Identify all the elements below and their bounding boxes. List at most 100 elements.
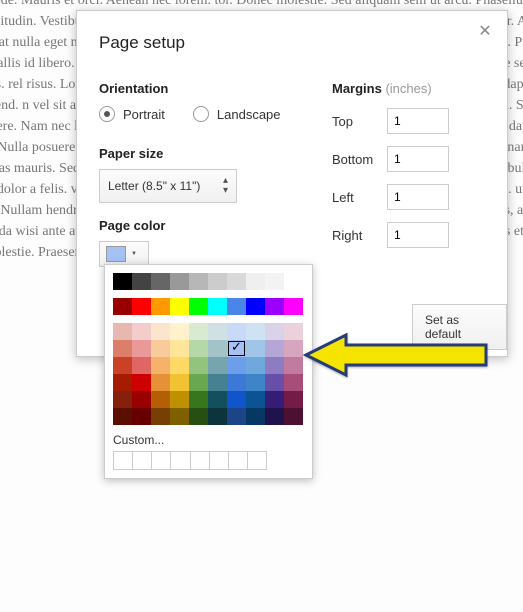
color-swatch[interactable]: [227, 374, 246, 391]
color-swatch[interactable]: [227, 357, 246, 374]
custom-slot[interactable]: [171, 452, 190, 469]
color-swatch[interactable]: [151, 323, 170, 340]
color-swatch[interactable]: [151, 391, 170, 408]
color-swatch[interactable]: [113, 323, 132, 340]
orientation-portrait[interactable]: Portrait: [99, 106, 165, 122]
color-swatch[interactable]: [189, 273, 208, 290]
color-swatch[interactable]: [132, 298, 151, 315]
color-swatch[interactable]: [246, 273, 265, 290]
color-swatch[interactable]: [189, 374, 208, 391]
color-swatch[interactable]: [246, 340, 265, 357]
color-swatch[interactable]: [132, 391, 151, 408]
color-swatch[interactable]: [189, 298, 208, 315]
color-swatch[interactable]: [189, 408, 208, 425]
margin-bottom-input[interactable]: [387, 146, 449, 172]
color-swatch[interactable]: [208, 391, 227, 408]
color-swatch[interactable]: [113, 340, 132, 357]
color-swatch[interactable]: [246, 298, 265, 315]
color-swatch[interactable]: [284, 391, 303, 408]
color-swatch[interactable]: [132, 357, 151, 374]
color-swatch[interactable]: [208, 408, 227, 425]
color-swatch[interactable]: [170, 298, 189, 315]
color-swatch[interactable]: [208, 323, 227, 340]
color-swatch[interactable]: [227, 298, 246, 315]
color-swatch[interactable]: [170, 408, 189, 425]
color-swatch[interactable]: [170, 323, 189, 340]
color-swatch[interactable]: [132, 408, 151, 425]
color-swatch[interactable]: [246, 323, 265, 340]
color-swatch[interactable]: [208, 273, 227, 290]
color-swatch[interactable]: [189, 323, 208, 340]
color-swatch[interactable]: [227, 340, 246, 357]
orientation-landscape[interactable]: Landscape: [193, 106, 281, 122]
color-swatch[interactable]: [265, 298, 284, 315]
color-swatch[interactable]: [227, 273, 246, 290]
color-swatch[interactable]: [170, 391, 189, 408]
color-swatch[interactable]: [189, 340, 208, 357]
color-swatch[interactable]: [189, 357, 208, 374]
color-swatch[interactable]: [227, 391, 246, 408]
orientation-section: Orientation Portrait Landscape: [99, 81, 281, 122]
color-swatch[interactable]: [284, 323, 303, 340]
color-swatch[interactable]: [265, 374, 284, 391]
color-swatch[interactable]: [170, 340, 189, 357]
color-swatch[interactable]: [151, 298, 170, 315]
set-default-button[interactable]: Set as default: [412, 304, 507, 350]
color-swatch[interactable]: [113, 273, 132, 290]
paper-size-dropdown[interactable]: Letter (8.5" x 11") ▴▾: [99, 169, 237, 203]
color-swatch[interactable]: [151, 408, 170, 425]
color-swatch[interactable]: [246, 357, 265, 374]
color-swatch[interactable]: [113, 298, 132, 315]
color-swatch[interactable]: [113, 374, 132, 391]
color-swatch[interactable]: [265, 408, 284, 425]
color-swatch[interactable]: [284, 374, 303, 391]
color-swatch[interactable]: [132, 273, 151, 290]
color-swatch[interactable]: [265, 340, 284, 357]
color-swatch[interactable]: [208, 298, 227, 315]
color-swatch[interactable]: [170, 374, 189, 391]
color-swatch[interactable]: [151, 273, 170, 290]
custom-slot[interactable]: [114, 452, 133, 469]
color-swatch[interactable]: [113, 408, 132, 425]
custom-slot[interactable]: [133, 452, 152, 469]
color-swatch[interactable]: [208, 374, 227, 391]
custom-slot[interactable]: [248, 452, 266, 469]
color-swatch[interactable]: [284, 408, 303, 425]
color-swatch[interactable]: [189, 391, 208, 408]
margin-left-input[interactable]: [387, 184, 449, 210]
color-swatch[interactable]: [227, 323, 246, 340]
color-swatch[interactable]: [284, 340, 303, 357]
color-swatch[interactable]: [227, 408, 246, 425]
custom-slot[interactable]: [152, 452, 171, 469]
color-swatch[interactable]: [265, 391, 284, 408]
color-swatch[interactable]: [265, 273, 284, 290]
color-swatch[interactable]: [170, 273, 189, 290]
margin-top-input[interactable]: [387, 108, 449, 134]
custom-slot[interactable]: [191, 452, 210, 469]
color-swatch[interactable]: [246, 408, 265, 425]
color-swatch[interactable]: [284, 273, 303, 290]
color-swatch[interactable]: [284, 298, 303, 315]
color-swatch[interactable]: [113, 391, 132, 408]
color-swatch[interactable]: [208, 357, 227, 374]
color-swatch[interactable]: [284, 357, 303, 374]
color-swatch[interactable]: [151, 357, 170, 374]
color-swatch[interactable]: [265, 357, 284, 374]
color-swatch[interactable]: [132, 340, 151, 357]
custom-label[interactable]: Custom...: [113, 433, 304, 447]
color-swatch[interactable]: [170, 357, 189, 374]
custom-slot[interactable]: [229, 452, 248, 469]
color-swatch[interactable]: [246, 374, 265, 391]
color-swatch[interactable]: [151, 340, 170, 357]
color-swatch[interactable]: [132, 374, 151, 391]
color-swatch[interactable]: [265, 323, 284, 340]
color-swatch[interactable]: [132, 323, 151, 340]
color-swatch[interactable]: [208, 340, 227, 357]
close-icon[interactable]: ✕: [473, 19, 497, 43]
portrait-label: Portrait: [123, 107, 165, 122]
margin-right-input[interactable]: [387, 222, 449, 248]
color-swatch[interactable]: [151, 374, 170, 391]
color-swatch[interactable]: [246, 391, 265, 408]
color-swatch[interactable]: [113, 357, 132, 374]
custom-slot[interactable]: [210, 452, 229, 469]
